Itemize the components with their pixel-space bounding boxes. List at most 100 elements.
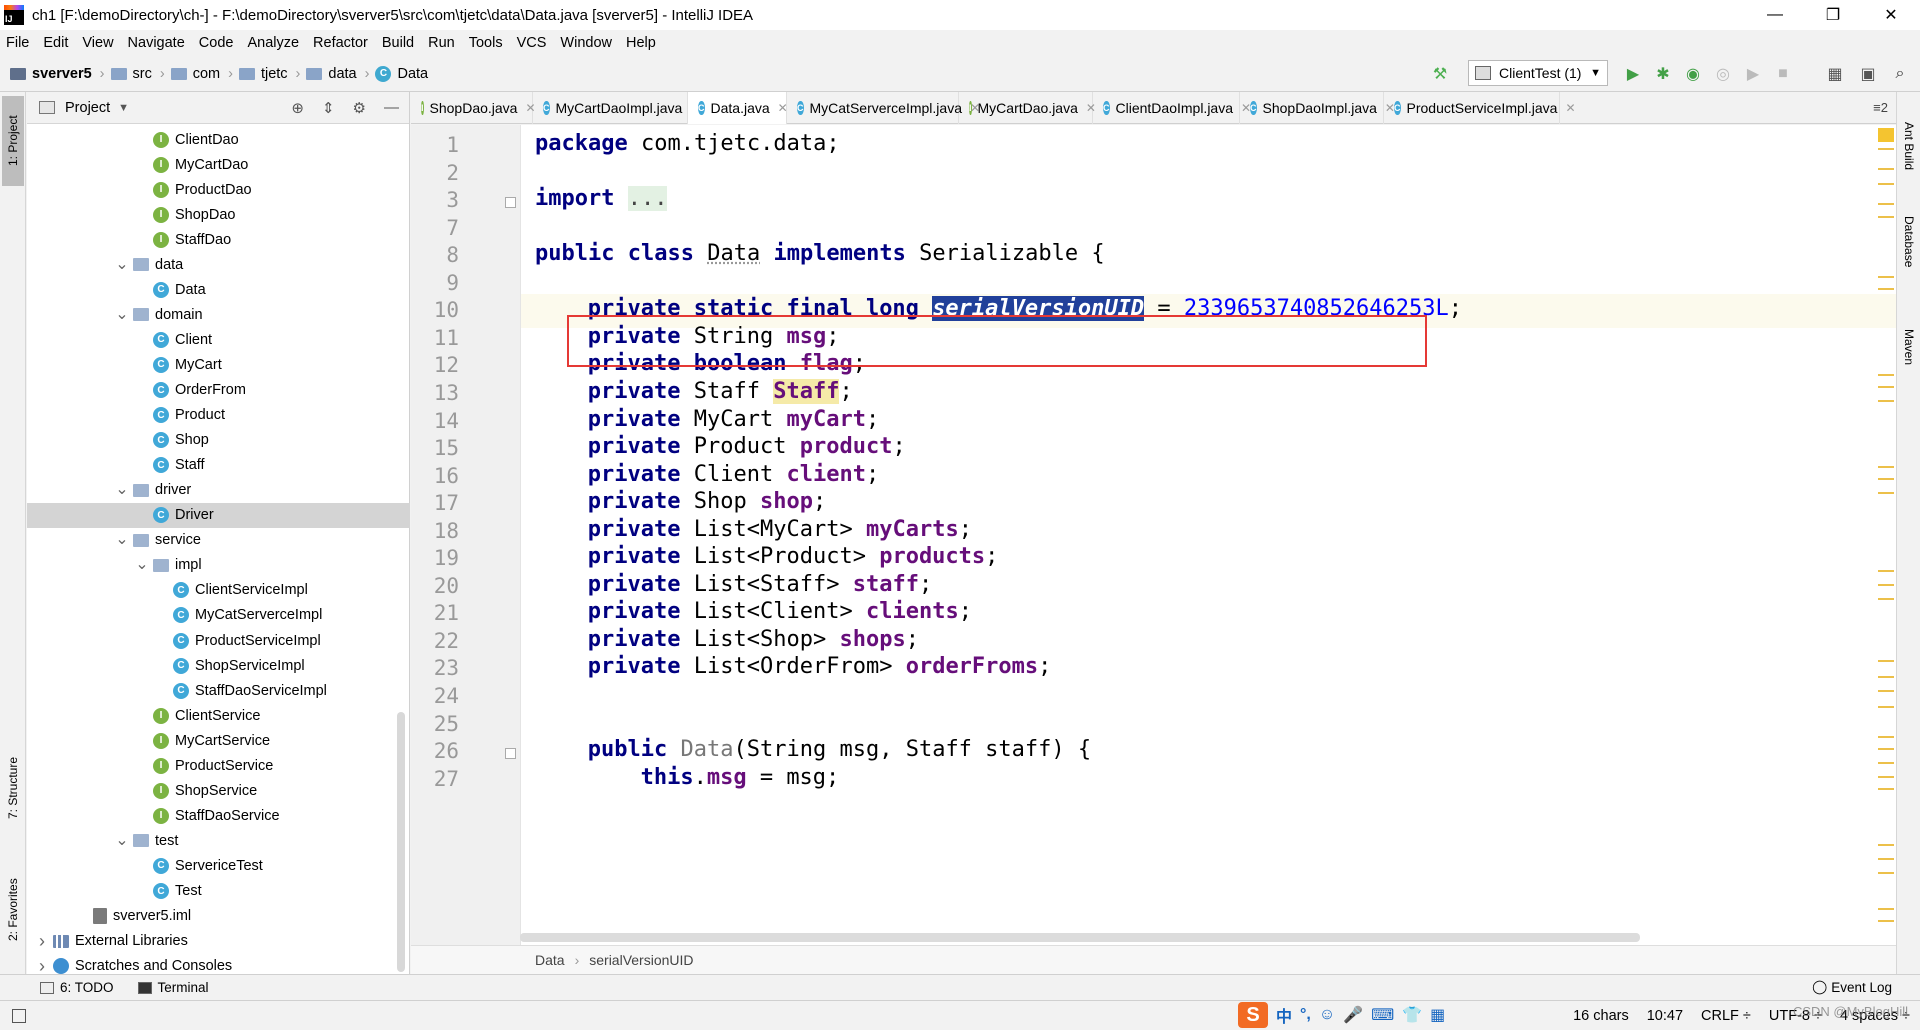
editor-tab[interactable]: C ProductServiceImpl.java ✕	[1384, 92, 1576, 124]
tree-node[interactable]: C Product	[27, 403, 410, 428]
menu-window[interactable]: Window	[560, 35, 612, 51]
menu-edit[interactable]: Edit	[43, 35, 68, 51]
tree-node[interactable]: C ProductServiceImpl	[27, 628, 410, 653]
tree-node[interactable]: C Test	[27, 879, 410, 904]
breadcrumb-tjetc[interactable]: tjetc ›	[238, 66, 300, 82]
stripe-mark[interactable]	[1878, 288, 1894, 290]
locate-icon[interactable]: ⊕	[291, 99, 304, 117]
chevron-down-icon[interactable]: ⌄	[115, 306, 129, 322]
stripe-mark[interactable]	[1878, 374, 1894, 376]
stripe-mark[interactable]	[1878, 858, 1894, 860]
tree-node[interactable]: ⌄ service	[27, 528, 410, 553]
ime-chinese-mode[interactable]: 中	[1276, 1003, 1292, 1027]
tool-windows-toggle-icon[interactable]	[12, 1008, 26, 1023]
chevron-down-icon[interactable]: ▼	[118, 102, 129, 114]
editor-crumb-field[interactable]: serialVersionUID	[589, 952, 693, 968]
ime-toolbox-icon[interactable]: ▦	[1430, 1005, 1445, 1025]
caret-position[interactable]: 10:47	[1647, 1008, 1683, 1024]
stripe-mark[interactable]	[1878, 478, 1894, 480]
tree-node[interactable]: ⌄ domain	[27, 302, 410, 327]
database-tool-tab[interactable]: Database	[1899, 202, 1919, 282]
ime-punctuation-icon[interactable]: °,	[1300, 1006, 1311, 1024]
stripe-mark[interactable]	[1878, 466, 1894, 468]
chevron-down-icon[interactable]: ⌄	[115, 532, 129, 548]
tree-node[interactable]: I ProductService	[27, 753, 410, 778]
ime-voice-icon[interactable]: 🎤	[1343, 1005, 1363, 1025]
editor-tab[interactable]: C MyCatServerceImpl.java ✕	[787, 92, 980, 124]
breadcrumb-com[interactable]: com ›	[170, 66, 233, 82]
editor-error-stripe[interactable]	[1876, 128, 1894, 938]
run-gray-icon[interactable]: ▶	[1743, 64, 1763, 84]
editor-tab[interactable]: I ShopDao.java ✕	[411, 92, 536, 124]
tree-node[interactable]: ⌄ data	[27, 252, 410, 277]
tabs-overflow-button[interactable]: ≡2	[1873, 100, 1888, 115]
breadcrumb-project[interactable]: sverver5 ›	[10, 66, 105, 82]
chevron-down-icon[interactable]: ⌄	[115, 482, 129, 498]
close-tab-icon[interactable]: ✕	[1565, 101, 1575, 115]
tree-node[interactable]: I ClientDao	[27, 127, 410, 152]
collapse-all-icon[interactable]: ⇕	[322, 99, 335, 117]
stripe-mark[interactable]	[1878, 168, 1894, 170]
tree-node[interactable]: C Client	[27, 327, 410, 352]
stripe-mark[interactable]	[1878, 492, 1894, 494]
stripe-mark[interactable]	[1878, 706, 1894, 708]
editor-tab[interactable]: CMyCartDaoImpl.java✕	[533, 92, 700, 124]
stripe-mark[interactable]	[1878, 788, 1894, 790]
stripe-mark[interactable]	[1878, 776, 1894, 778]
tree-node[interactable]: I ShopService	[27, 778, 410, 803]
tree-node[interactable]: C Staff	[27, 453, 410, 478]
ime-keyboard-icon[interactable]: ⌨	[1371, 1005, 1394, 1025]
line-separator[interactable]: CRLF ÷	[1701, 1008, 1751, 1024]
tree-node[interactable]: C ShopServiceImpl	[27, 653, 410, 678]
project-scrollbar[interactable]	[397, 712, 405, 972]
tree-node[interactable]: C MyCatServerceImpl	[27, 603, 410, 628]
tree-node[interactable]: I ClientService	[27, 703, 410, 728]
tree-node[interactable]: I ProductDao	[27, 177, 410, 202]
stripe-mark[interactable]	[1878, 400, 1894, 402]
ant-build-tool-tab[interactable]: Ant Build	[1899, 106, 1919, 186]
ime-skin-icon[interactable]: 👕	[1402, 1005, 1422, 1025]
breadcrumb-file[interactable]: C Data	[375, 65, 428, 82]
project-tool-tab[interactable]: 1: Project	[2, 96, 24, 186]
tree-node[interactable]: C ServericeTest	[27, 853, 410, 878]
stripe-mark[interactable]	[1878, 660, 1894, 662]
stripe-mark[interactable]	[1878, 920, 1894, 922]
menu-help[interactable]: Help	[626, 35, 656, 51]
tree-node[interactable]: ⌄ test	[27, 828, 410, 853]
menu-code[interactable]: Code	[199, 35, 234, 51]
editor-horizontal-scrollbar[interactable]	[520, 933, 1640, 942]
tree-node[interactable]: C MyCart	[27, 352, 410, 377]
hide-icon[interactable]: —	[384, 99, 399, 117]
terminal-tool-tab[interactable]: Terminal	[137, 980, 209, 995]
fold-marker-icon[interactable]	[505, 748, 516, 760]
tree-node[interactable]: › External Libraries	[27, 929, 410, 954]
folded-imports[interactable]: ...	[627, 186, 668, 212]
stripe-mark[interactable]	[1878, 598, 1894, 600]
tree-node[interactable]: I StaffDao	[27, 227, 410, 252]
chevron-down-icon[interactable]: ⌄	[135, 557, 149, 573]
maven-tool-tab[interactable]: Maven	[1899, 312, 1919, 382]
ime-emoji-icon[interactable]: ☺	[1319, 1006, 1335, 1024]
todo-tool-tab[interactable]: 6: TODO	[40, 980, 114, 995]
tree-node[interactable]: C ClientServiceImpl	[27, 578, 410, 603]
chevron-down-icon[interactable]: ⌄	[115, 256, 129, 272]
stripe-mark[interactable]	[1878, 386, 1894, 388]
project-structure-icon[interactable]: ▦	[1825, 64, 1845, 84]
gear-icon[interactable]: ⚙	[353, 99, 366, 117]
tree-node[interactable]: ⌄ driver	[27, 478, 410, 503]
run-configuration-select[interactable]: ClientTest (1) ▼	[1468, 60, 1608, 86]
close-button[interactable]: ✕	[1862, 0, 1920, 30]
stripe-mark[interactable]	[1878, 676, 1894, 678]
breadcrumb-data[interactable]: data ›	[306, 66, 369, 82]
stripe-mark[interactable]	[1878, 584, 1894, 586]
tree-node[interactable]: I MyCartService	[27, 728, 410, 753]
stripe-mark[interactable]	[1878, 276, 1894, 278]
stripe-mark[interactable]	[1878, 690, 1894, 692]
tree-node[interactable]: I ShopDao	[27, 202, 410, 227]
minimize-button[interactable]: —	[1746, 0, 1804, 30]
tree-node[interactable]: C Data	[27, 277, 410, 302]
profile-icon[interactable]: ◎	[1713, 64, 1733, 84]
menu-vcs[interactable]: VCS	[517, 35, 547, 51]
event-log-tool-tab[interactable]: ◯ Event Log	[1812, 979, 1892, 995]
stripe-mark[interactable]	[1878, 216, 1894, 218]
